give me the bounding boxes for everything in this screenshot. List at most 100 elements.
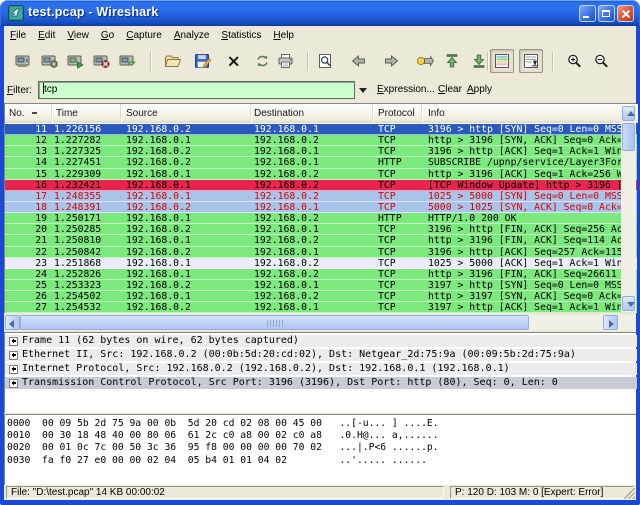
packet-list-pane: No. Time Source Destination Protocol Inf… [4, 103, 637, 331]
packet-row[interactable]: 25 1.253323 192.168.0.2 192.168.0.1 TCP … [5, 279, 637, 292]
expander-plus-icon[interactable] [9, 336, 18, 346]
packet-row[interactable]: 23 1.251868 192.168.0.1 192.168.0.2 TCP … [5, 257, 637, 269]
capture-restart-button[interactable] [118, 51, 138, 71]
menu-edit[interactable]: Edit [32, 26, 61, 44]
close-button[interactable] [617, 5, 634, 22]
expression-button[interactable]: Expression... [377, 84, 435, 95]
column-header-source[interactable]: Source [121, 104, 251, 123]
scroll-down-button[interactable] [622, 296, 635, 311]
scroll-left-button[interactable] [5, 315, 20, 330]
menu-bar: File Edit View Go Capture Analyze Statistics He… [4, 26, 636, 45]
packet-row[interactable]: 12 1.227282 192.168.0.1 192.168.0.2 TCP … [5, 135, 637, 147]
capture-start-button[interactable] [66, 51, 86, 71]
scroll-right-button[interactable] [603, 315, 618, 330]
detail-row[interactable]: Ethernet II, Src: 192.168.0.2 (00:0b:5d:… [5, 349, 637, 361]
packet-row[interactable]: 13 1.227325 192.168.0.2 192.168.0.1 TCP … [5, 146, 637, 158]
wireshark-window: test.pcap - Wireshark File Edit View Go Capt… [0, 0, 640, 505]
open-file-button[interactable] [163, 51, 183, 71]
packet-list-vscrollbar[interactable] [621, 106, 636, 312]
zoom-in-button[interactable] [564, 51, 584, 71]
scroll-up-button[interactable] [622, 106, 635, 121]
close-file-icon [229, 56, 239, 66]
go-forward-button[interactable] [381, 51, 401, 71]
vscrollbar-thumb[interactable] [622, 123, 635, 151]
packet-row[interactable]: 20 1.250285 192.168.0.2 192.168.0.1 TCP … [5, 224, 637, 236]
save-as-button[interactable] [193, 51, 213, 71]
capture-start-icon [67, 55, 84, 69]
packet-row[interactable]: 24 1.252826 192.168.0.1 192.168.0.2 TCP … [5, 268, 637, 280]
packet-row[interactable]: 26 1.254502 192.168.0.1 192.168.0.2 TCP … [5, 291, 637, 303]
filter-dropdown-icon[interactable] [359, 88, 367, 93]
packet-row[interactable]: 18 1.248391 192.168.0.2 192.168.0.1 TCP … [5, 201, 637, 214]
print-icon [278, 54, 293, 68]
packet-row[interactable]: 19 1.250171 192.168.0.1 192.168.0.2 HTTP… [5, 213, 637, 225]
menu-go[interactable]: Go [95, 26, 120, 44]
expander-plus-icon[interactable] [9, 364, 18, 374]
packet-row[interactable]: 16 1.232421 192.168.0.1 192.168.0.2 TCP … [5, 179, 637, 191]
filter-bar: Filter: tcp Expression... Clear Apply [4, 78, 636, 103]
packet-row[interactable]: 21 1.250810 192.168.0.1 192.168.0.2 TCP … [5, 235, 637, 247]
toolbar-separator [487, 52, 489, 71]
packet-row[interactable]: 15 1.229309 192.168.0.1 192.168.0.2 TCP … [5, 168, 637, 180]
packet-row[interactable]: 11 1.226156 192.168.0.2 192.168.0.1 TCP … [5, 124, 637, 136]
clear-button[interactable]: Clear [438, 84, 462, 95]
hex-dump-pane: 0000 00 09 5b 2d 75 9a 00 0b 5d 20 cd 02… [4, 414, 636, 485]
go-to-bottom-button[interactable] [469, 51, 489, 71]
go-back-button[interactable] [348, 51, 368, 71]
packet-row[interactable]: 17 1.248355 192.168.0.1 192.168.0.2 TCP … [5, 190, 637, 202]
detail-row[interactable]: Internet Protocol, Src: 192.168.0.2 (192… [5, 363, 637, 375]
scroll-right-icon [609, 319, 614, 328]
colorize-toggle-button[interactable] [490, 49, 514, 73]
hex-line[interactable]: 0020 00 01 0c 7c 00 50 3c 36 95 f8 00 00… [7, 442, 636, 454]
menu-statistics[interactable]: Statistics [215, 26, 267, 44]
print-button[interactable] [276, 51, 296, 71]
hex-line[interactable]: 0030 fa f0 27 e0 00 00 02 04 05 b4 01 01… [7, 455, 636, 467]
column-header-no[interactable]: No. [5, 104, 52, 123]
maximize-button[interactable] [598, 5, 615, 22]
capture-stop-button[interactable] [92, 51, 112, 71]
detail-row[interactable]: Frame 11 (62 bytes on wire, 62 bytes cap… [5, 335, 637, 347]
filter-input[interactable]: tcp [38, 81, 355, 99]
zoom-out-button[interactable] [591, 51, 611, 71]
wireshark-app-icon[interactable] [8, 5, 24, 21]
filter-label[interactable]: Filter: [7, 85, 32, 96]
hscrollbar-thumb[interactable] [20, 315, 529, 330]
apply-button[interactable]: Apply [467, 84, 492, 95]
auto-scroll-toggle-button[interactable] [519, 49, 543, 73]
packet-row[interactable]: 27 1.254532 192.168.0.2 192.168.0.1 TCP … [5, 302, 637, 314]
column-header-protocol[interactable]: Protocol [373, 104, 422, 123]
close-file-button[interactable] [224, 51, 244, 71]
client-area: File Edit View Go Capture Analyze Statistics He… [4, 26, 637, 500]
hex-line[interactable]: 0010 00 30 18 48 40 00 80 06 61 2c c0 a8… [7, 430, 636, 442]
expander-plus-icon[interactable] [9, 350, 18, 360]
menu-view[interactable]: View [61, 26, 95, 44]
menu-file[interactable]: File [4, 26, 32, 44]
menu-analyze[interactable]: Analyze [168, 26, 216, 44]
title-bar: test.pcap - Wireshark [0, 0, 640, 26]
find-packet-icon [319, 54, 331, 68]
expander-plus-icon[interactable] [9, 378, 18, 388]
find-packet-button[interactable] [315, 51, 335, 71]
column-header-time[interactable]: Time [52, 104, 121, 123]
reload-button[interactable] [252, 51, 272, 71]
capture-options-button[interactable] [40, 51, 60, 71]
hex-line[interactable]: 0000 00 09 5b 2d 75 9a 00 0b 5d 20 cd 02… [7, 418, 636, 430]
resize-grip[interactable] [624, 488, 635, 499]
go-to-top-button[interactable] [442, 51, 462, 71]
minimize-button[interactable] [579, 5, 596, 22]
packet-row[interactable]: 14 1.227451 192.168.0.2 192.168.0.1 HTTP… [5, 157, 637, 169]
menu-help[interactable]: Help [267, 26, 300, 44]
packet-row[interactable]: 22 1.250842 192.168.0.2 192.168.0.1 TCP … [5, 246, 637, 258]
menu-capture[interactable]: Capture [120, 26, 168, 44]
capture-options-icon [41, 55, 58, 68]
list-interfaces-button[interactable] [14, 51, 34, 71]
column-header-destination[interactable]: Destination [251, 104, 373, 123]
go-to-packet-button[interactable] [415, 51, 435, 71]
reload-icon [256, 55, 268, 67]
detail-row[interactable]: Transmission Control Protocol, Src Port:… [5, 377, 637, 389]
packet-list-hscrollbar [4, 313, 636, 331]
column-header-info[interactable]: Info [422, 104, 637, 123]
scroll-down-icon [626, 302, 635, 307]
go-to-top-icon [446, 54, 458, 68]
go-back-icon [351, 55, 365, 67]
